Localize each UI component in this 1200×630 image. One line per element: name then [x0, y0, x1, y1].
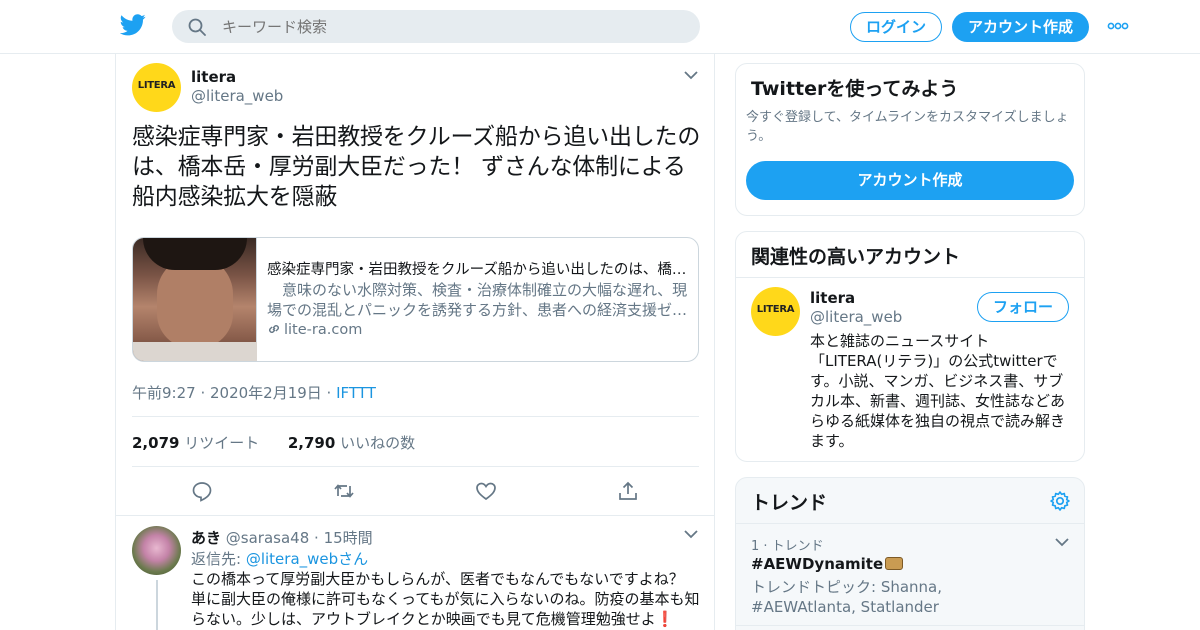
source-link[interactable]: IFTTT — [336, 384, 376, 402]
chevron-down-icon[interactable] — [683, 69, 699, 81]
card-description: 意味のない水際対策、検査・治療体制確立の大幅な遅れ、現場での混乱とパニックを誘発… — [267, 281, 688, 319]
reply-author-handle[interactable]: @sarasa48 — [226, 529, 309, 547]
gear-icon[interactable] — [1049, 490, 1071, 512]
divider — [736, 277, 1084, 278]
tweet-stats: 2,079 リツイート 2,790 いいねの数 — [132, 432, 415, 453]
search-box[interactable] — [172, 10, 700, 43]
chevron-down-icon[interactable] — [683, 528, 699, 540]
divider — [132, 416, 699, 417]
signup-module-button[interactable]: アカウント作成 — [746, 161, 1074, 200]
card-title: 感染症専門家・岩田教授をクルーズ船から追い出したのは、橋本岳・厚労副大臣だった！… — [267, 262, 689, 278]
avatar-logo-text: LITERA — [756, 304, 795, 315]
card-domain-text: lite-ra.com — [284, 322, 363, 338]
related-account-handle[interactable]: @litera_web — [810, 308, 902, 326]
reply-icon[interactable] — [191, 480, 213, 502]
reply-author-name[interactable]: あき — [191, 529, 221, 547]
related-account-name[interactable]: litera — [810, 289, 855, 307]
link-card[interactable]: 感染症専門家・岩田教授をクルーズ船から追い出したのは、橋本岳・厚労副大臣だった！… — [132, 237, 699, 362]
retweet-icon[interactable] — [333, 480, 355, 502]
avatar-logo-text: LITERA — [137, 80, 176, 91]
related-account-avatar[interactable]: LITERA — [751, 287, 800, 336]
divider — [116, 515, 714, 516]
search-input[interactable] — [222, 10, 682, 43]
author-name[interactable]: litera — [191, 68, 236, 86]
signup-module-subtitle: 今すぐ登録して、タイムラインをカスタマイズしましょう。 — [746, 110, 1069, 144]
retweet-label[interactable]: リツイート — [184, 434, 259, 452]
tweet-text: 感染症専門家・岩田教授をクルーズ船から追い出したのは、橋本岳・厚労副大臣だった！… — [132, 124, 701, 210]
related-account-bio: 本と雑誌のニュースサイト「LITERA(リテラ)」の公式twitterです。小説… — [810, 332, 1066, 450]
signup-button[interactable]: アカウント作成 — [952, 12, 1089, 42]
trend-topics: トレンドトピック: Shanna, #AEWAtlanta, Statlande… — [751, 578, 943, 616]
more-options-icon[interactable] — [1107, 20, 1129, 32]
search-icon — [188, 18, 206, 36]
signup-module: Twitterを使ってみよう 今すぐ登録して、タイムラインをカスタマイズしましょ… — [735, 63, 1085, 216]
like-heart-icon[interactable] — [475, 480, 497, 502]
reply-text: この橋本って厚労副大臣かもしらんが、医者でもなんでもないですよね？ 単に副大臣の… — [191, 570, 700, 628]
trends-title: トレンド — [751, 492, 828, 514]
chevron-down-icon[interactable] — [1054, 536, 1070, 548]
like-label[interactable]: いいねの数 — [340, 434, 415, 452]
card-thumbnail — [133, 238, 257, 361]
trend-emoji-icon — [885, 557, 904, 570]
link-icon — [269, 325, 279, 333]
divider — [736, 625, 1084, 626]
timestamp-text[interactable]: 午前9:27 · 2020年2月19日 · — [132, 384, 336, 402]
twitter-bird-icon[interactable] — [120, 14, 146, 36]
author-avatar[interactable]: LITERA — [132, 63, 181, 112]
signup-module-title: Twitterを使ってみよう — [751, 78, 959, 100]
trend-item[interactable]: #AEWDynamite — [751, 555, 904, 573]
reply-avatar[interactable] — [132, 526, 181, 575]
author-handle[interactable]: @litera_web — [191, 87, 283, 105]
replying-to: 返信先: @litera_webさん — [191, 548, 368, 569]
retweet-count[interactable]: 2,079 — [132, 434, 179, 452]
top-bar: ログイン アカウント作成 — [0, 0, 1200, 54]
reply-time[interactable]: · 15時間 — [314, 529, 373, 547]
replying-to-handle[interactable]: @litera_web — [246, 550, 338, 568]
trend-hashtag[interactable]: #AEWDynamite — [751, 555, 883, 573]
related-accounts-module: 関連性の高いアカウント LITERA litera @litera_web フォ… — [735, 231, 1085, 462]
follow-button[interactable]: フォロー — [977, 292, 1069, 322]
divider — [132, 466, 699, 467]
reply-header: あき @sarasa48 · 15時間 — [191, 527, 373, 548]
tweet-timestamp: 午前9:27 · 2020年2月19日 · IFTTT — [132, 382, 376, 403]
login-button[interactable]: ログイン — [850, 12, 942, 42]
tweet-column: LITERA litera @litera_web 感染症専門家・岩田教授をクル… — [115, 54, 715, 630]
related-accounts-title: 関連性の高いアカウント — [751, 246, 961, 268]
share-icon[interactable] — [617, 480, 639, 502]
replying-suffix: さん — [338, 550, 369, 568]
trends-module: トレンド 1 · トレンド #AEWDynamite トレンドトピック: Sha… — [735, 477, 1085, 630]
trend-rank: 1 · トレンド — [751, 539, 824, 554]
thread-line — [156, 580, 158, 630]
card-domain: lite-ra.com — [267, 322, 362, 338]
like-count[interactable]: 2,790 — [288, 434, 335, 452]
replying-prefix: 返信先: — [191, 550, 246, 568]
divider — [736, 523, 1084, 524]
